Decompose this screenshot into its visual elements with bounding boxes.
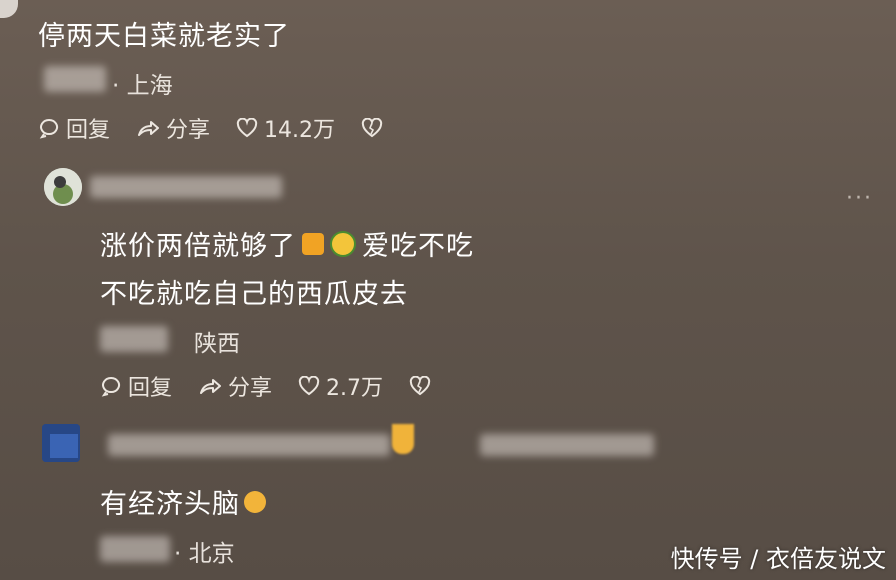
more-options-icon[interactable]: ··· [846, 186, 873, 211]
comment-actions: 回复 分享 2.7万 [100, 370, 431, 402]
pointing-hand-emoji-icon [302, 232, 324, 255]
reply-button[interactable]: 回复 [100, 370, 172, 402]
broken-heart-icon [409, 376, 431, 396]
comment-location: · 北京 [174, 541, 235, 567]
comment-location: · 上海 [112, 73, 173, 99]
broken-heart-icon [361, 118, 383, 138]
avatar[interactable] [42, 424, 80, 462]
comment-actions: 回复 分享 14.2万 [38, 112, 383, 144]
comment-bubble-icon [38, 117, 60, 139]
comment-location: 陕西 [194, 331, 240, 357]
reply-to-username-blurred [480, 434, 654, 456]
heart-icon [298, 376, 320, 396]
heart-icon [236, 118, 258, 138]
badge-icon [392, 424, 414, 454]
comment-text: 有经济头脑 [100, 482, 266, 521]
comment-bubble-icon [100, 375, 122, 397]
avatar[interactable] [44, 168, 82, 206]
like-button[interactable]: 2.7万 [298, 370, 383, 402]
share-button[interactable]: 分享 [198, 370, 272, 402]
username-blurred [108, 434, 390, 456]
reply-button[interactable]: 回复 [38, 112, 110, 144]
comment-text: 停两天白菜就老实了 [38, 21, 290, 52]
heart-eyes-emoji-icon [244, 490, 266, 513]
comment-text: 涨价两倍就够了 爱吃不吃 [100, 230, 474, 262]
username-blurred [90, 176, 282, 198]
share-arrow-icon [136, 117, 160, 139]
username-blurred [44, 66, 106, 92]
share-arrow-icon [198, 375, 222, 397]
dislike-button[interactable] [361, 118, 383, 138]
avatar-partial [0, 0, 18, 18]
dislike-button[interactable] [409, 376, 431, 396]
username-blurred [100, 536, 170, 562]
like-button[interactable]: 14.2万 [236, 112, 335, 144]
comment-text-line2: 不吃就吃自己的西瓜皮去 [100, 279, 408, 310]
watermark: 快传号 / 衣倍友说文 [670, 545, 886, 573]
share-button[interactable]: 分享 [136, 112, 210, 144]
smiling-face-emoji-icon [330, 230, 356, 257]
username-blurred [100, 326, 168, 352]
